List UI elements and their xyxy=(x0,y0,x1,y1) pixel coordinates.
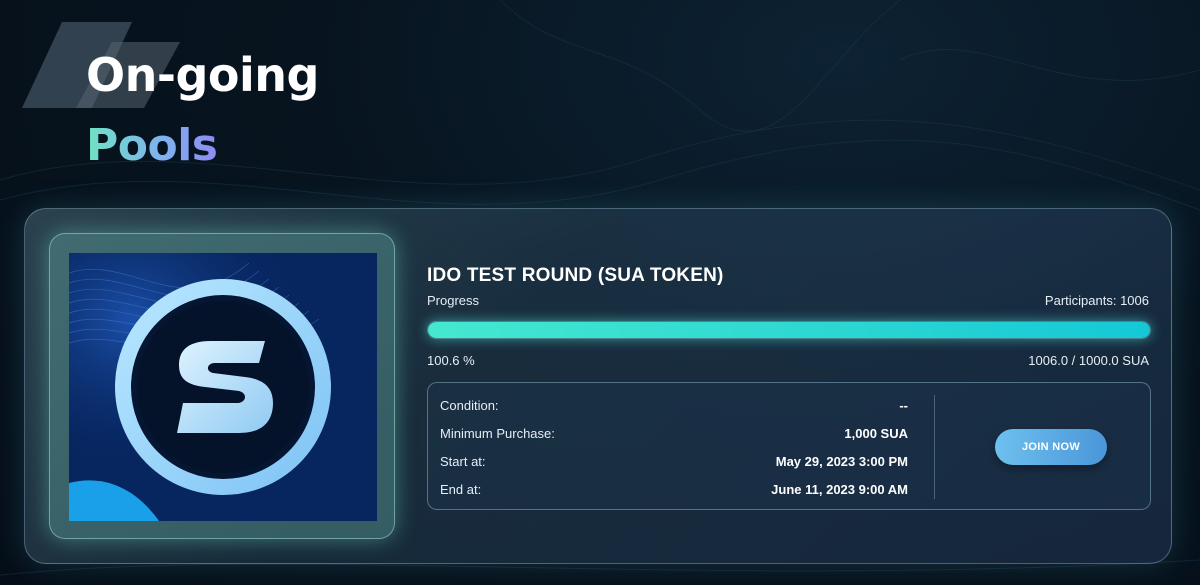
progress-bar-fill xyxy=(428,322,1150,338)
token-image-frame xyxy=(49,233,395,539)
progress-percent: 100.6 % xyxy=(427,353,475,368)
detail-row-condition: Condition: -- xyxy=(440,395,908,415)
progress-bar xyxy=(427,321,1151,339)
token-image xyxy=(69,253,377,521)
join-now-button[interactable]: JOIN NOW xyxy=(995,429,1107,465)
detail-value: May 29, 2023 3:00 PM xyxy=(775,453,908,469)
section-heading-ongoing: On-going xyxy=(86,48,319,102)
pool-card: IDO TEST ROUND (SUA TOKEN) Progress Part… xyxy=(24,208,1172,564)
detail-row-end-at: End at: June 11, 2023 9:00 AM xyxy=(440,479,908,499)
detail-value: June 11, 2023 9:00 AM xyxy=(771,481,908,497)
section-heading-pools: Pools xyxy=(86,120,218,171)
detail-row-minimum-purchase: Minimum Purchase: 1,000 SUA xyxy=(440,423,908,443)
detail-label: Start at: xyxy=(440,453,486,469)
progress-label: Progress xyxy=(427,293,480,308)
participants-count: Participants: 1006 xyxy=(1044,293,1149,308)
pool-title: IDO TEST ROUND (SUA TOKEN) xyxy=(427,265,724,286)
detail-value: 1,000 SUA xyxy=(844,425,908,441)
detail-row-start-at: Start at: May 29, 2023 3:00 PM xyxy=(440,451,908,471)
detail-label: End at: xyxy=(440,481,482,497)
detail-label: Minimum Purchase: xyxy=(440,425,555,441)
sua-s-logo-icon xyxy=(69,253,377,521)
details-divider xyxy=(934,395,935,499)
pool-details-box: Condition: -- Minimum Purchase: 1,000 SU… xyxy=(427,382,1151,510)
detail-value: -- xyxy=(899,397,908,413)
raised-amount: 1006.0 / 1000.0 SUA xyxy=(1028,353,1149,368)
detail-label: Condition: xyxy=(440,397,499,413)
